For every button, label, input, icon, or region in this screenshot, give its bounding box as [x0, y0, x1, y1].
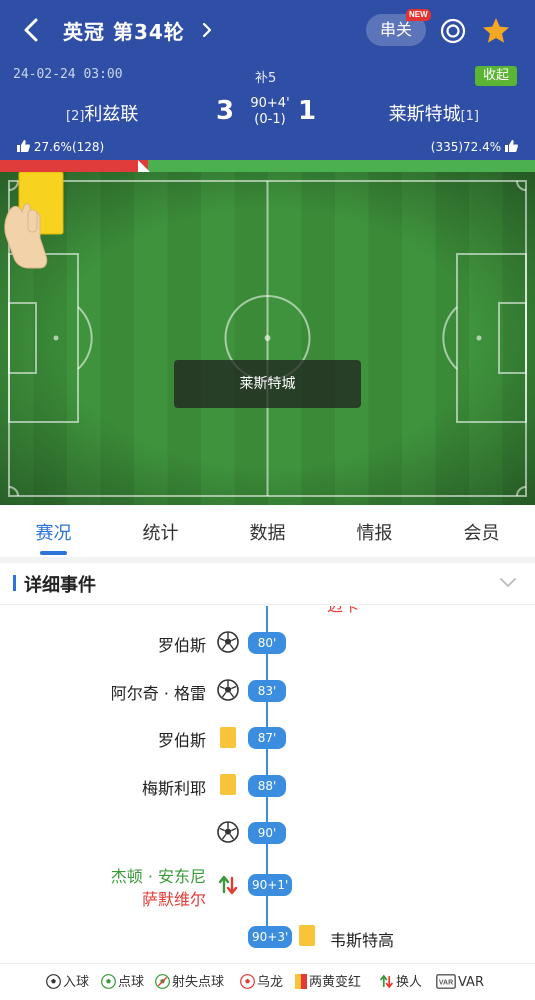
thumbs-up-icon [505, 140, 518, 152]
event-timeline: 迈卡 罗伯斯 80' 阿尔奇 · 格雷 83' 罗伯斯 87' 梅斯利耶 88'… [0, 606, 535, 963]
event-time-badge: 90+1' [248, 874, 293, 896]
sub-player-out[interactable]: 萨默维尔 [142, 886, 206, 910]
active-tab-indicator [40, 551, 67, 555]
thumbs-up-icon [17, 140, 30, 152]
live-pitch: 莱斯特城 [0, 172, 535, 505]
event-time-badge: 80' [248, 632, 286, 654]
home-vote-text: 27.6%(128) [33, 140, 105, 154]
event-time-badge: 90+3' [248, 926, 293, 948]
substitution-icon [380, 974, 393, 989]
partial-event-text: 迈卡 [327, 606, 359, 616]
yellow-card-hand-icon [4, 172, 64, 269]
home-vote-bar [0, 160, 148, 172]
stoppage-time: 补5 [255, 71, 277, 86]
legend-label: 点球 [118, 975, 145, 990]
vote-split-bar [0, 160, 535, 172]
half-time-score: (0-1) [254, 112, 286, 127]
penalty-icon [101, 974, 116, 989]
legend-label: VAR [458, 975, 484, 990]
tab-member[interactable]: 会员 [428, 519, 535, 545]
event-time-badge: 87' [248, 727, 286, 749]
vote-bar-divider [138, 160, 150, 172]
legend-penalty-miss: 射失点球 [155, 974, 224, 992]
away-score: 1 [298, 96, 317, 126]
top-bar: 英冠 第34轮 串关 NEW [0, 9, 535, 50]
favorite-star-icon[interactable] [481, 16, 511, 46]
penalty-miss-icon [155, 974, 170, 989]
legend-substitution: 换人 [379, 974, 422, 992]
goal-icon [217, 679, 239, 701]
new-badge: NEW [406, 9, 431, 21]
home-score: 3 [216, 96, 235, 126]
legend-label: 乌龙 [257, 975, 284, 990]
home-team-name: 利兹联 [84, 104, 139, 125]
legend-own-goal: 乌龙 [240, 974, 283, 992]
legend-second-yellow: 两黄变红 [295, 974, 361, 992]
home-rank: [2] [66, 109, 85, 124]
target-icon[interactable] [440, 18, 466, 44]
home-vote[interactable]: 27.6%(128) [17, 140, 104, 154]
event-time-badge: 88' [248, 775, 286, 797]
league-round-title[interactable]: 英冠 第34轮 [63, 16, 185, 45]
home-team[interactable]: [2]利兹联 [66, 100, 138, 126]
pitch-markings [0, 172, 535, 505]
away-vote-bar [148, 160, 535, 172]
match-clock: 90+4' (0-1) [235, 96, 305, 128]
event-legend: 入球 点球 射失点球 乌龙 两黄变红 换人 VAR VAR [0, 963, 535, 1000]
events-section-header[interactable]: 详细事件 [0, 563, 535, 605]
legend-label: 两黄变红 [309, 975, 362, 990]
var-icon: VAR [436, 974, 456, 989]
yellow-card-icon [299, 925, 315, 946]
goal-icon [217, 821, 239, 843]
svg-text:VAR: VAR [439, 980, 453, 987]
match-date: 24-02-24 03:00 [13, 67, 123, 82]
away-vote-text: (335)72.4% [430, 140, 502, 154]
event-team-banner: 莱斯特城 [174, 360, 361, 408]
event-player[interactable]: 罗伯斯 [158, 632, 206, 656]
legend-penalty: 点球 [101, 974, 144, 992]
legend-var: VAR VAR [436, 974, 484, 992]
chevron-down-icon[interactable] [499, 573, 517, 591]
match-time: 90+4' [250, 96, 290, 111]
goal-icon [217, 631, 239, 653]
legend-label: 换人 [396, 975, 423, 990]
yellow-card-icon [220, 774, 236, 795]
away-team-name: 莱斯特城 [388, 104, 461, 125]
event-player[interactable]: 梅斯利耶 [142, 775, 206, 799]
section-accent-bar [13, 575, 16, 591]
legend-goal: 入球 [46, 974, 89, 992]
event-player[interactable]: 阿尔奇 · 格雷 [111, 680, 206, 704]
section-title: 详细事件 [24, 575, 96, 596]
legend-label: 射失点球 [172, 975, 225, 990]
own-goal-icon [240, 974, 255, 989]
event-time-badge: 90' [248, 822, 286, 844]
match-header: 英冠 第34轮 串关 NEW 24-02-24 03:00 补5 收起 [2]利… [0, 0, 535, 172]
tab-live[interactable]: 赛况 [0, 519, 107, 545]
substitution-icon [218, 875, 238, 895]
event-time-badge: 83' [248, 680, 286, 702]
tab-data[interactable]: 数据 [214, 519, 321, 545]
tab-stats[interactable]: 统计 [107, 519, 214, 545]
event-player[interactable]: 韦斯特高 [330, 927, 394, 951]
chevron-right-icon[interactable] [200, 18, 214, 42]
second-yellow-icon [295, 974, 307, 989]
away-rank: [1] [460, 109, 479, 124]
tab-intel[interactable]: 情报 [321, 519, 428, 545]
away-team[interactable]: 莱斯特城[1] [389, 100, 479, 126]
legend-label: 入球 [63, 975, 90, 990]
away-vote[interactable]: (335)72.4% [431, 140, 518, 154]
back-arrow-icon[interactable] [20, 16, 44, 44]
yellow-card-icon [220, 727, 236, 748]
collapse-button[interactable]: 收起 [475, 66, 517, 86]
goal-icon [46, 974, 61, 989]
sub-player-in[interactable]: 杰顿 · 安东尼 [111, 863, 206, 887]
event-player[interactable]: 罗伯斯 [158, 727, 206, 751]
tab-bar: 赛况 统计 数据 情报 会员 [0, 505, 535, 557]
